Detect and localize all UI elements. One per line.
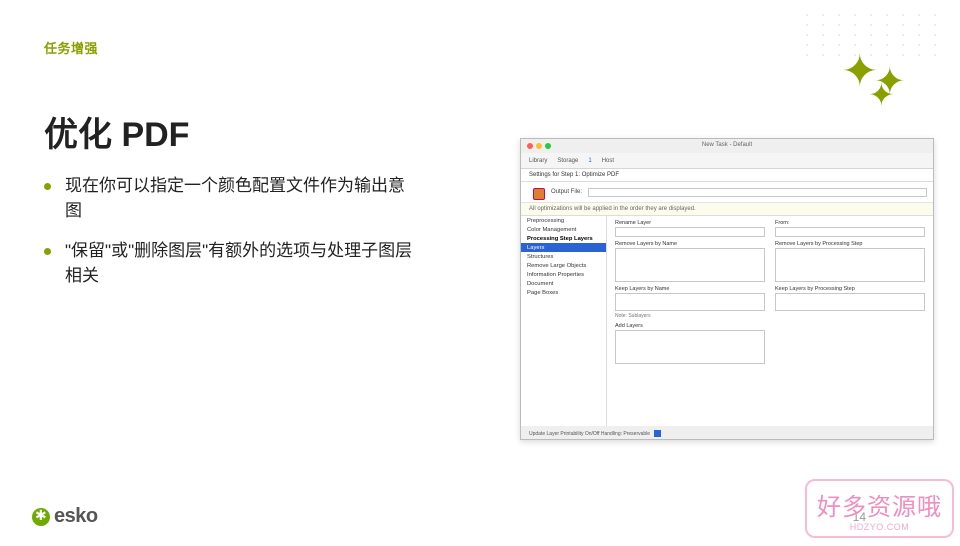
sidebar: Preprocessing Color Management Processin…: [521, 216, 607, 426]
sidebar-item[interactable]: Structures: [521, 252, 606, 261]
sidebar-item[interactable]: Information Properties: [521, 270, 606, 279]
field-label: From:: [775, 220, 925, 226]
list-box[interactable]: [775, 248, 925, 282]
text-input[interactable]: [615, 227, 765, 237]
bullet-item: "保留"或"删除图层"有额外的选项与处理子图层相关: [44, 239, 414, 288]
bullet-dot-icon: [44, 183, 51, 190]
watermark-url: HDZYO.COM: [817, 522, 942, 532]
field-remove-by-name: Remove Layers by Name: [615, 241, 765, 282]
step-icon: [533, 188, 545, 200]
sidebar-item[interactable]: Color Management: [521, 225, 606, 234]
brand-footer: esko: [32, 505, 98, 528]
footer-text: Update Layer Printability On/Off Handlin…: [529, 431, 650, 437]
sidebar-item[interactable]: Processing Step Layers: [521, 234, 606, 243]
sidebar-item[interactable]: Preprocessing: [521, 216, 606, 225]
bullet-dot-icon: [44, 248, 51, 255]
window-footer: Update Layer Printability On/Off Handlin…: [529, 430, 661, 437]
sidebar-item-selected[interactable]: Layers: [521, 243, 606, 252]
traffic-lights: [527, 143, 551, 149]
logo-text: esko: [54, 505, 98, 528]
field-keep-by-step: Keep Layers by Processing Step: [775, 286, 925, 319]
field-rename-from: Rename Layer: [615, 220, 765, 237]
toolbar-badge: 1: [588, 158, 591, 164]
sparkle-decoration: ✦✦✦: [841, 55, 928, 88]
field-label: Remove Layers by Name: [615, 241, 765, 247]
text-input[interactable]: [775, 227, 925, 237]
output-file-input[interactable]: [588, 188, 927, 197]
list-box[interactable]: [775, 293, 925, 311]
section-label: 任务增强: [44, 38, 916, 57]
bullet-item: 现在你可以指定一个颜色配置文件作为输出意图: [44, 174, 414, 223]
field-keep-by-name: Keep Layers by Name Note: Sublayers: [615, 286, 765, 319]
window-body: Preprocessing Color Management Processin…: [521, 216, 933, 426]
maximize-icon[interactable]: [545, 143, 551, 149]
field-label: Remove Layers by Processing Step: [775, 241, 925, 247]
field-label: Rename Layer: [615, 220, 765, 226]
hint-bar: All optimizations will be applied in the…: [521, 203, 933, 216]
field-add-layers: Add Layers: [615, 323, 765, 364]
output-label: Output File:: [551, 189, 582, 195]
sidebar-item[interactable]: Page Boxes: [521, 288, 606, 297]
list-box[interactable]: [615, 330, 765, 364]
minimize-icon[interactable]: [536, 143, 542, 149]
bullet-text: "保留"或"删除图层"有额外的选项与处理子图层相关: [65, 239, 414, 288]
field-label: Keep Layers by Name: [615, 286, 765, 292]
close-icon[interactable]: [527, 143, 533, 149]
list-box[interactable]: [615, 248, 765, 282]
decorative-dot-grid: [806, 14, 942, 56]
field-remove-by-step: Remove Layers by Processing Step: [775, 241, 925, 282]
output-row: Output File:: [521, 182, 933, 203]
settings-window: New Task - Default Library Storage 1 Hos…: [520, 138, 934, 440]
watermark-text: 好多资源哦: [817, 487, 942, 522]
sidebar-item[interactable]: Remove Large Objects: [521, 261, 606, 270]
toolbar-tab-library[interactable]: Library: [529, 158, 547, 164]
field-note: Note: Sublayers: [615, 313, 765, 319]
field-label: Add Layers: [615, 323, 765, 329]
field-rename-to: From:: [775, 220, 925, 237]
bullet-text: 现在你可以指定一个颜色配置文件作为输出意图: [65, 174, 414, 223]
bullet-list: 现在你可以指定一个颜色配置文件作为输出意图 "保留"或"删除图层"有额外的选项与…: [44, 174, 414, 289]
toolbar: Library Storage 1 Host: [521, 153, 933, 169]
panel: Rename Layer From: Remove Layers by Name…: [607, 216, 933, 426]
color-swatch-icon: [654, 430, 661, 437]
list-box[interactable]: [615, 293, 765, 311]
slide: ✦✦✦ 任务增强 优化 PDF 现在你可以指定一个颜色配置文件作为输出意图 "保…: [0, 0, 960, 546]
toolbar-tab-host[interactable]: Host: [602, 158, 614, 164]
window-title: New Task - Default: [521, 139, 933, 153]
logo-icon: [32, 508, 50, 526]
sidebar-item[interactable]: Document: [521, 279, 606, 288]
sub-header: Settings for Step 1: Optimize PDF: [521, 169, 933, 182]
field-label: Keep Layers by Processing Step: [775, 286, 925, 292]
watermark: 好多资源哦 HDZYO.COM: [805, 479, 954, 538]
toolbar-tab-storage[interactable]: Storage: [557, 158, 578, 164]
